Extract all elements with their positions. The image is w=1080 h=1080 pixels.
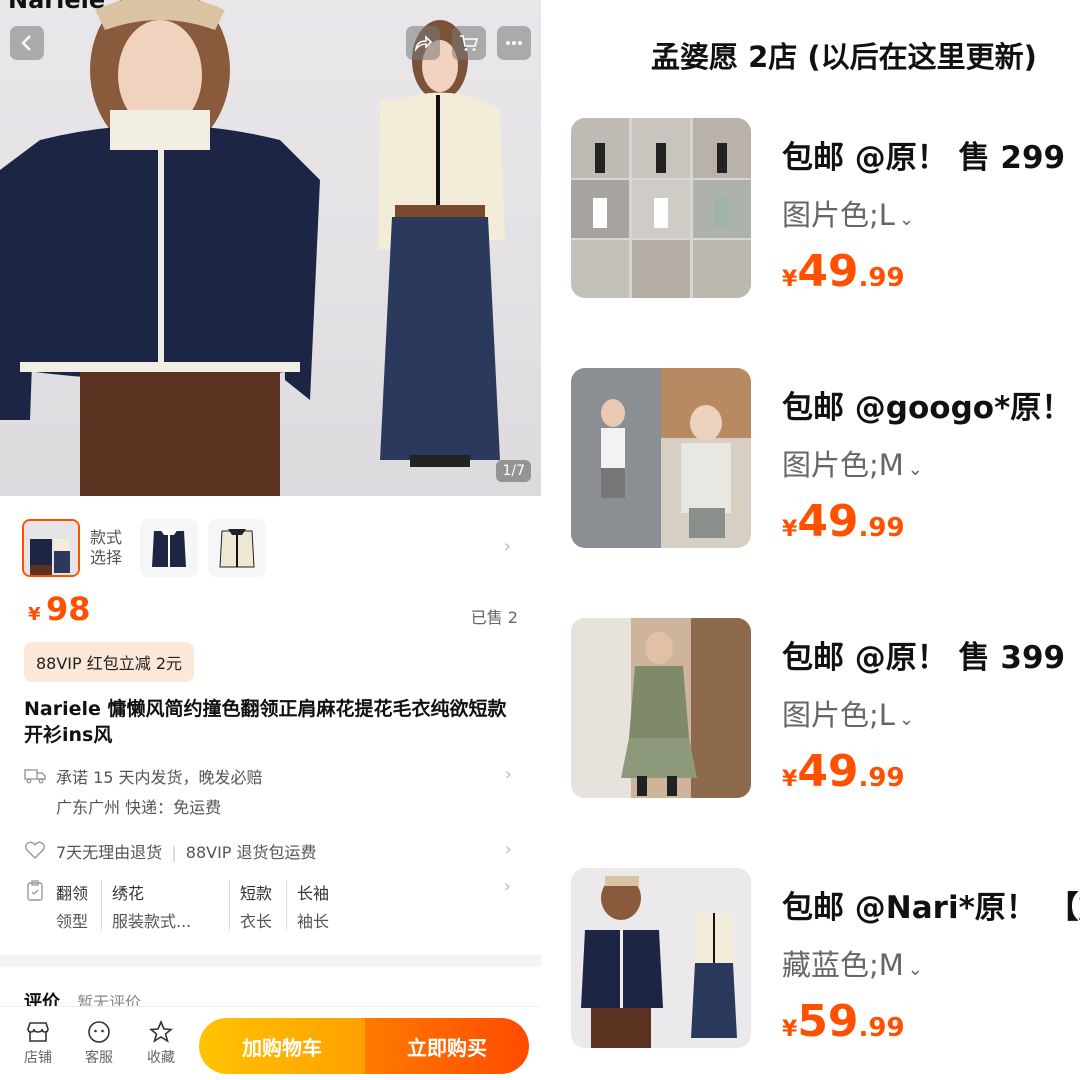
- chevron-right-icon: ›: [504, 764, 512, 785]
- attr-value-sleeve: 长袖: [297, 884, 330, 903]
- variant-thumb-1[interactable]: [22, 519, 80, 577]
- attr-label-sleeve: 袖长: [297, 912, 330, 931]
- variant-label: 款式 选择: [90, 528, 123, 567]
- shipping-promise: 承诺 15 天内发货，晚发必赔: [56, 768, 263, 787]
- add-to-cart-button[interactable]: 加购物车: [199, 1018, 365, 1074]
- product-hero-image[interactable]: Nariele 1/7: [0, 0, 541, 496]
- order-thumbnail-image: [571, 118, 751, 298]
- heart-shield-icon: [25, 841, 45, 859]
- returns-info-row[interactable]: 7天无理由退货 | 88VIP 退货包运费 ›: [24, 839, 518, 865]
- chevron-down-icon: ⌄: [907, 459, 923, 480]
- favorite-button[interactable]: 收藏: [141, 1019, 181, 1067]
- variant-thumb-image: [208, 519, 266, 577]
- order-item[interactable]: 包邮 @原！ 售 299 【 图片色;L ⌄ ¥49.99: [541, 118, 1080, 308]
- order-price: ¥49.99: [782, 746, 905, 797]
- order-spec[interactable]: 图片色;M ⌄: [782, 442, 923, 484]
- order-spec[interactable]: 图片色;L ⌄: [782, 192, 914, 234]
- order-item[interactable]: 包邮 @Nari*原！ 【加 藏蓝色;M ⌄ ¥59.99: [541, 868, 1080, 1058]
- photo-counter: 1/7: [496, 460, 531, 482]
- shipping-origin: 广东广州 快递：免运费: [56, 798, 222, 817]
- order-title: 包邮 @googo*原！ 售: [782, 390, 1080, 426]
- attr-label-style: 服装款式...: [112, 912, 192, 931]
- attr-label-length: 衣长: [240, 912, 273, 931]
- order-spec[interactable]: 藏蓝色;M ⌄: [782, 942, 923, 984]
- shipping-info-row[interactable]: 承诺 15 天内发货，晚发必赔 广东广州 快递：免运费 ›: [24, 764, 518, 820]
- chevron-down-icon: ⌄: [907, 959, 923, 980]
- chat-face-icon: [88, 1021, 110, 1043]
- section-divider: [0, 955, 541, 967]
- order-thumbnail[interactable]: [571, 618, 751, 798]
- attr-value-collar: 翻领: [56, 884, 89, 903]
- variant-selector[interactable]: 款式 选择: [22, 518, 276, 578]
- more-dots-icon: [506, 41, 522, 45]
- product-detail-panel: Nariele 1/7 款式 选择 › ¥ 98 已售 2 88VIP 红包立减…: [0, 0, 541, 1080]
- chevron-down-icon: ⌄: [898, 709, 915, 730]
- variant-thumb-cream[interactable]: [208, 519, 266, 577]
- back-button[interactable]: [10, 26, 44, 60]
- store-button[interactable]: 店铺: [18, 1019, 58, 1067]
- order-title: 包邮 @原！ 售 299 【: [782, 140, 1080, 176]
- chevron-left-icon: [21, 35, 31, 51]
- bottom-action-bar: 店铺 客服 收藏 加购物车 立即购买: [0, 1006, 541, 1080]
- order-thumbnail-image: [571, 868, 751, 1048]
- order-title: 包邮 @Nari*原！ 【加: [782, 890, 1080, 926]
- share-icon: [414, 35, 433, 52]
- order-thumbnail-image: [571, 368, 751, 548]
- more-button[interactable]: [497, 26, 531, 60]
- sold-count: 已售 2: [470, 608, 518, 627]
- order-item[interactable]: 包邮 @googo*原！ 售 图片色;M⌄ ¥49.99: [541, 368, 1080, 558]
- returns-policy: 7天无理由退货 | 88VIP 退货包运费: [56, 843, 317, 862]
- hero-model-illustration: [0, 0, 505, 496]
- order-item[interactable]: 包邮 @原！ 售 399 【 图片色;L ⌄ ¥49.99: [541, 618, 1080, 808]
- price-value: 98: [46, 590, 91, 628]
- attr-value-length: 短款: [240, 884, 273, 903]
- order-price: ¥49.99: [782, 496, 905, 547]
- shopping-cart-icon: [460, 35, 479, 51]
- chevron-right-icon: ›: [503, 876, 511, 897]
- variant-thumb-navy[interactable]: [140, 519, 198, 577]
- price-currency: ¥: [28, 604, 41, 625]
- order-title: 包邮 @原！ 售 399 【: [782, 640, 1080, 676]
- variant-thumb-image: [24, 521, 78, 575]
- buy-now-button[interactable]: 立即购买: [365, 1018, 529, 1074]
- product-title: Nariele 慵懒风简约撞色翻领正肩麻花提花毛衣纯欲短款开衫ins风: [24, 698, 507, 746]
- order-thumbnail[interactable]: [571, 118, 751, 298]
- delivery-truck-icon: [24, 769, 46, 784]
- vip-promo-badge[interactable]: 88VIP 红包立减 2元: [24, 642, 195, 682]
- order-thumbnail[interactable]: [571, 868, 751, 1048]
- shop-title[interactable]: 孟婆愿 2店 (以后在这里更新): [651, 34, 1037, 76]
- variant-thumb-image: [140, 519, 198, 577]
- order-spec[interactable]: 图片色;L ⌄: [782, 692, 914, 734]
- customer-service-button[interactable]: 客服: [79, 1019, 119, 1067]
- chevron-right-icon: ›: [504, 839, 512, 860]
- variant-chevron-right-icon: ›: [503, 536, 511, 557]
- order-thumbnail[interactable]: [571, 368, 751, 548]
- cart-button[interactable]: [452, 26, 486, 60]
- order-list-panel: 孟婆愿 2店 (以后在这里更新) 包邮 @原！ 售 299 【 图片色;L ⌄ ¥…: [541, 0, 1080, 1080]
- price-row: ¥ 98 已售 2: [24, 590, 518, 630]
- share-button[interactable]: [406, 26, 440, 60]
- clipboard-icon: [27, 880, 43, 901]
- attr-label-collar: 领型: [56, 912, 89, 931]
- store-icon: [27, 1022, 49, 1042]
- star-icon: [148, 1019, 174, 1043]
- order-price: ¥59.99: [782, 996, 905, 1047]
- attr-value-style: 绣花: [112, 884, 145, 903]
- order-price: ¥49.99: [782, 246, 905, 297]
- order-thumbnail-image: [571, 618, 751, 798]
- chevron-down-icon: ⌄: [898, 209, 915, 230]
